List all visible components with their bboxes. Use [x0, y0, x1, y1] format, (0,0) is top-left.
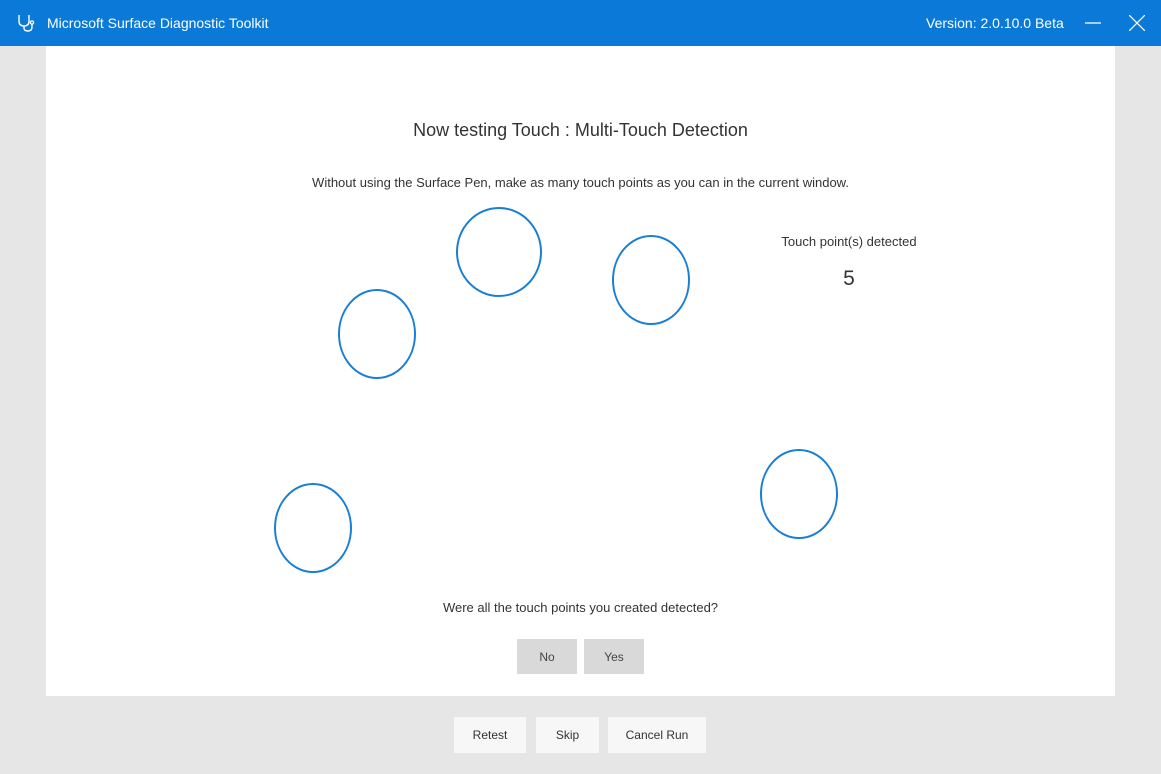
title-bar: Microsoft Surface Diagnostic Toolkit Ver… — [0, 0, 1161, 46]
touch-point-circle — [612, 235, 690, 325]
touch-point-circle — [338, 289, 416, 379]
touch-point-circle — [456, 207, 542, 297]
detected-label: Touch point(s) detected — [781, 234, 917, 249]
skip-button[interactable]: Skip — [536, 717, 599, 753]
close-button[interactable] — [1117, 0, 1157, 46]
app-title: Microsoft Surface Diagnostic Toolkit — [47, 15, 269, 31]
cancel-run-button[interactable]: Cancel Run — [608, 717, 706, 753]
close-icon — [1129, 15, 1145, 31]
test-heading: Now testing Touch : Multi-Touch Detectio… — [413, 120, 748, 140]
version-label: Version: 2.0.10.0 Beta — [926, 15, 1064, 31]
touch-area[interactable] — [46, 46, 1115, 696]
touch-point-circle — [760, 449, 838, 539]
yes-button[interactable]: Yes — [584, 639, 644, 674]
retest-button[interactable]: Retest — [454, 717, 526, 753]
minimize-button[interactable] — [1073, 0, 1113, 46]
test-instruction: Without using the Surface Pen, make as m… — [312, 175, 849, 190]
confirmation-question: Were all the touch points you created de… — [442, 600, 719, 615]
detected-count: 5 — [843, 267, 855, 290]
touch-point-circle — [274, 483, 352, 573]
stethoscope-icon — [18, 15, 35, 32]
test-panel: Now testing Touch : Multi-Touch Detectio… — [46, 46, 1115, 696]
minimize-icon — [1085, 22, 1101, 24]
no-button[interactable]: No — [517, 639, 577, 674]
